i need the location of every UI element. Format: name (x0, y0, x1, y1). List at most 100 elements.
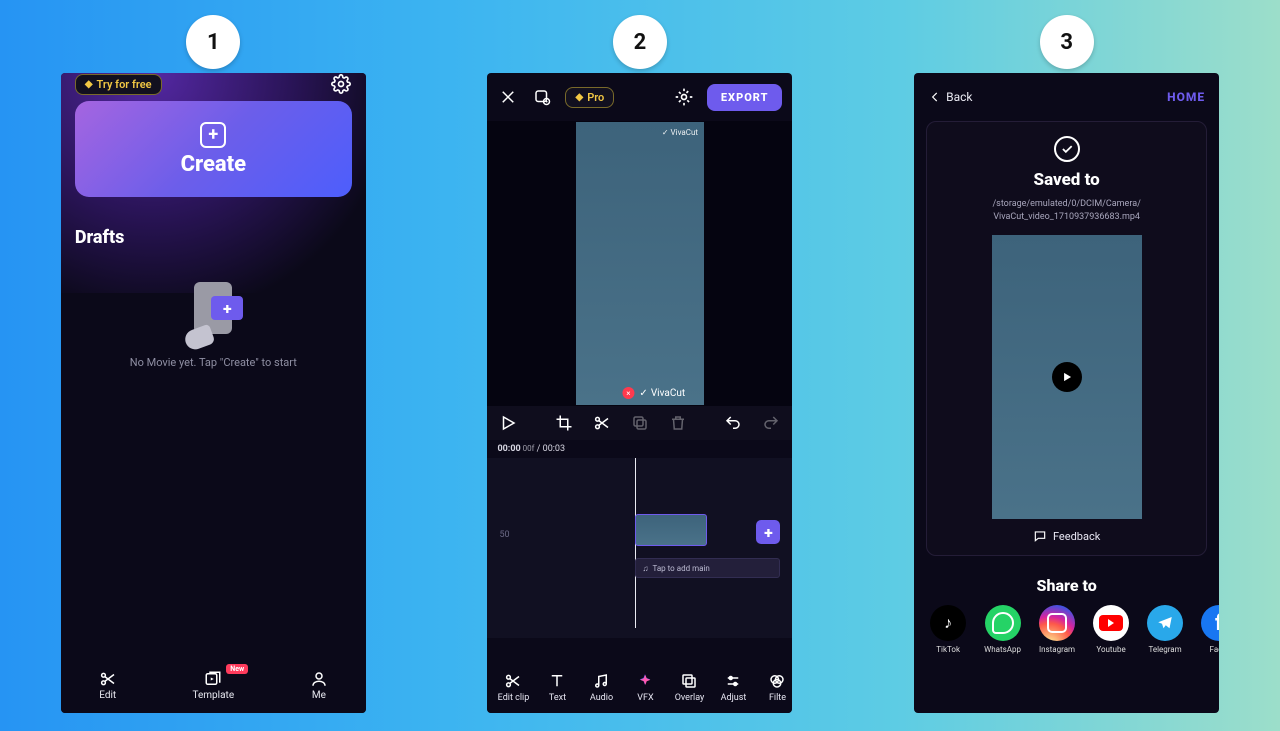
tiktok-icon (930, 605, 966, 641)
help-icon (533, 88, 551, 106)
editor-settings-button[interactable] (673, 86, 695, 108)
bottom-nav: Edit New Template Me (61, 657, 366, 713)
hand-tap-icon: + (183, 282, 243, 342)
person-icon (310, 670, 328, 688)
tool-audio[interactable]: Audio (579, 672, 623, 703)
share-instagram[interactable]: Instagram (1039, 605, 1075, 654)
music-note-icon: ♫ (642, 564, 648, 573)
pro-button[interactable]: ◆ Pro (565, 87, 614, 108)
new-badge: New (226, 664, 248, 674)
plus-icon: + (200, 122, 226, 148)
watermark-top: ✓ VivaCut (662, 128, 698, 137)
drafts-empty-message: No Movie yet. Tap "Create" to start (130, 356, 297, 369)
close-icon (499, 88, 517, 106)
drafts-empty-state: + No Movie yet. Tap "Create" to start (75, 282, 352, 369)
tool-edit-clip[interactable]: Edit clip (491, 672, 535, 703)
chevron-left-icon (928, 90, 942, 104)
preview-area: ✓ VivaCut × ✓ VivaCut (487, 121, 792, 406)
step-badge-2: 2 (613, 15, 667, 69)
saved-preview (992, 235, 1142, 519)
help-button[interactable] (531, 86, 553, 108)
step-badge-3: 3 (1040, 15, 1094, 69)
crop-button[interactable] (553, 412, 575, 434)
filter-icon (768, 672, 786, 690)
delete-button[interactable] (667, 412, 689, 434)
tool-vfx[interactable]: VFX (623, 672, 667, 703)
create-button[interactable]: + Create (75, 101, 352, 197)
nav-template-label: Template (193, 690, 235, 701)
scissors-icon (99, 670, 117, 688)
split-button[interactable] (591, 412, 613, 434)
video-clip[interactable] (635, 514, 707, 546)
saved-title: Saved to (1034, 170, 1100, 190)
feedback-label: Feedback (1053, 530, 1100, 543)
tool-adjust[interactable]: Adjust (711, 672, 755, 703)
music-icon (592, 672, 610, 690)
back-button[interactable]: Back (928, 90, 972, 104)
nav-edit[interactable]: Edit (99, 670, 117, 701)
redo-button[interactable] (760, 412, 782, 434)
share-facebook[interactable]: fFacel (1201, 605, 1219, 654)
share-heading: Share to (914, 576, 1219, 595)
tool-overlay[interactable]: Overlay (667, 672, 711, 703)
settings-button[interactable] (330, 73, 352, 95)
telegram-icon (1147, 605, 1183, 641)
share-youtube[interactable]: Youtube (1093, 605, 1129, 654)
gear-icon (331, 74, 351, 94)
success-check-icon (1054, 136, 1080, 162)
pro-label: Pro (587, 91, 604, 104)
create-label: Create (181, 152, 247, 177)
nav-edit-label: Edit (99, 690, 116, 701)
share-row: TikTok WhatsApp Instagram Youtube Telegr… (914, 605, 1219, 654)
scissors-icon (593, 414, 611, 432)
step-badge-1: 1 (186, 15, 240, 69)
timeline[interactable]: 00:00 50 + ♫ Tap to add main (487, 458, 792, 638)
instagram-icon (1039, 605, 1075, 641)
nav-me[interactable]: Me (310, 670, 328, 701)
editor-toolbar (487, 406, 792, 440)
home-button[interactable]: HOME (1167, 90, 1205, 104)
whatsapp-icon (985, 605, 1021, 641)
drafts-heading: Drafts (75, 227, 352, 248)
layers-icon (680, 672, 698, 690)
screen-3-saved: Back HOME Saved to /storage/emulated/0/D… (914, 73, 1219, 713)
remove-watermark-button[interactable]: × (622, 387, 634, 399)
sparkle-icon (636, 672, 654, 690)
watermark-bottom-label: VivaCut (651, 388, 685, 399)
crop-icon (555, 414, 573, 432)
chat-icon (1033, 529, 1047, 543)
gear-icon (674, 87, 694, 107)
share-telegram[interactable]: Telegram (1147, 605, 1183, 654)
preview-video[interactable]: ✓ VivaCut × ✓ VivaCut (576, 122, 704, 405)
time-display: 00:00 00f / 00:03 (487, 440, 792, 458)
youtube-icon (1093, 605, 1129, 641)
sliders-icon (724, 672, 742, 690)
tool-filter[interactable]: Filte (755, 672, 792, 703)
tool-bar: Edit clip Text Audio VFX Overlay Adjust … (487, 661, 792, 713)
play-button[interactable] (497, 412, 519, 434)
close-button[interactable] (497, 86, 519, 108)
play-button[interactable] (1052, 362, 1082, 392)
undo-button[interactable] (722, 412, 744, 434)
audio-track[interactable]: ♫ Tap to add main (635, 558, 780, 578)
export-button[interactable]: EXPORT (707, 84, 783, 111)
redo-icon (762, 414, 780, 432)
scissors-icon (504, 672, 522, 690)
copy-button[interactable] (629, 412, 651, 434)
screen-1-home: ◆ Try for free + Create Drafts + No Movi… (61, 73, 366, 713)
undo-icon (724, 414, 742, 432)
diamond-icon: ◆ (85, 79, 93, 90)
add-clip-button[interactable]: + (756, 520, 780, 544)
try-for-free-button[interactable]: ◆ Try for free (75, 74, 162, 95)
back-label: Back (946, 90, 972, 104)
copy-icon (631, 414, 649, 432)
text-icon (548, 672, 566, 690)
nav-template[interactable]: New Template (193, 670, 235, 701)
share-tiktok[interactable]: TikTok (930, 605, 966, 654)
saved-path: /storage/emulated/0/DCIM/Camera/VivaCut_… (992, 198, 1140, 223)
feedback-button[interactable]: Feedback (1033, 529, 1100, 543)
watermark-logo-icon: ✓ (639, 388, 647, 399)
share-whatsapp[interactable]: WhatsApp (984, 605, 1021, 654)
tool-text[interactable]: Text (535, 672, 579, 703)
nav-me-label: Me (312, 690, 326, 701)
